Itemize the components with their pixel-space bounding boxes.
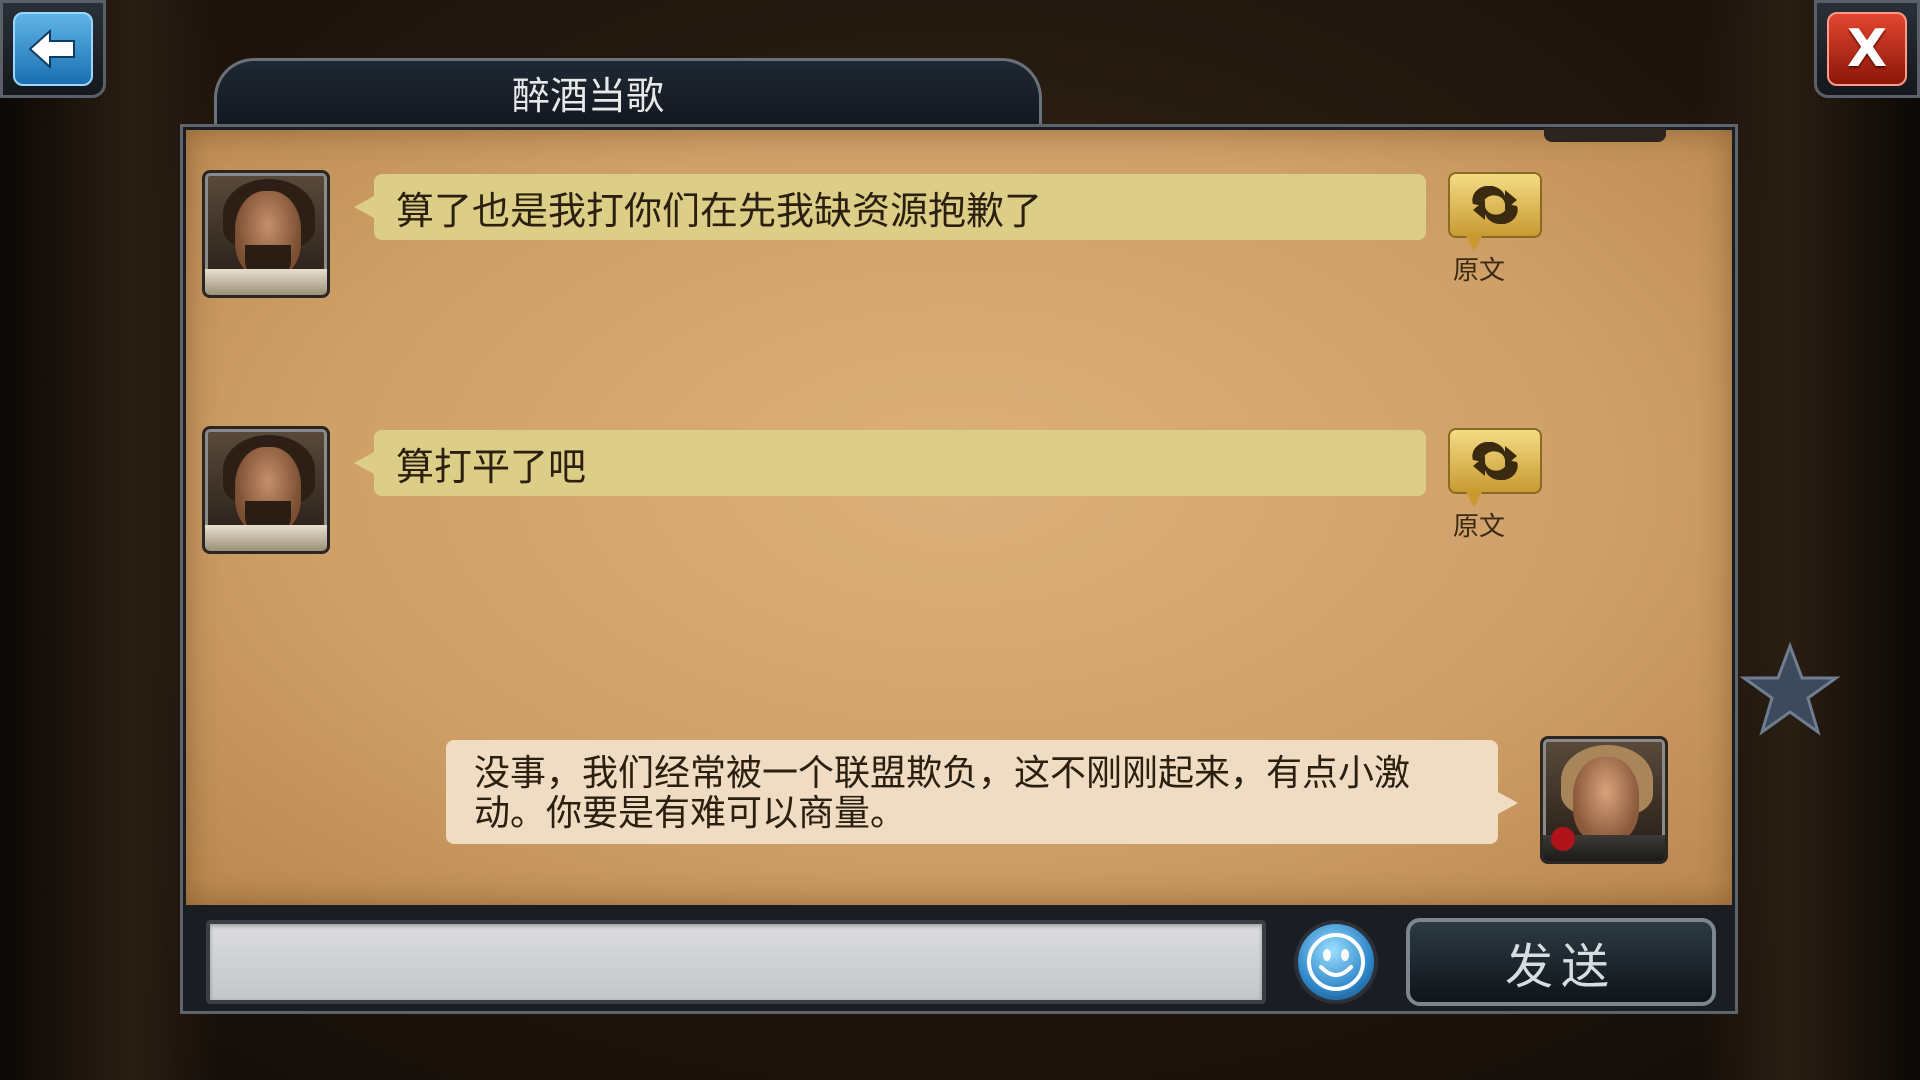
sender-avatar[interactable] — [202, 426, 330, 554]
own-message-bubble: 没事，我们经常被一个联盟欺负，这不刚刚起来，有点小激动。你要是有难可以商量。 — [446, 740, 1518, 844]
send-button-label: 发送 — [1504, 939, 1617, 995]
back-arrow-icon — [13, 12, 93, 86]
avatar-collar — [205, 525, 327, 551]
chat-title-tab: 醉酒当歌 — [214, 58, 1042, 124]
translate-button[interactable] — [1448, 428, 1542, 508]
message-bubble: 算打平了吧 — [354, 430, 1426, 496]
message-bubble: 算了也是我打你们在先我缺资源抱歉了 — [354, 174, 1426, 240]
translate-label[interactable]: 原文 — [1432, 250, 1526, 287]
translate-swap-icon — [1472, 186, 1518, 224]
translate-label[interactable]: 原文 — [1432, 506, 1526, 543]
star-icon[interactable] — [1740, 640, 1840, 740]
back-button[interactable] — [0, 0, 106, 98]
rose-icon — [1551, 827, 1575, 851]
message-text: 算打平了吧 — [396, 444, 587, 489]
close-button[interactable]: X — [1814, 0, 1920, 98]
smiley-icon — [1307, 933, 1365, 991]
own-avatar[interactable] — [1540, 736, 1668, 864]
send-button[interactable]: 发送 — [1406, 918, 1716, 1006]
close-x-icon: X — [1827, 12, 1907, 86]
translate-swap-icon — [1472, 442, 1518, 480]
message-text: 没事，我们经常被一个联盟欺负，这不刚刚起来，有点小激动。你要是有难可以商量。 — [474, 753, 1411, 834]
avatar-face — [1573, 757, 1639, 843]
sender-avatar[interactable] — [202, 170, 330, 298]
page-title: 醉酒当歌 — [511, 74, 664, 118]
panel-notch — [1544, 128, 1666, 142]
emoji-button[interactable] — [1294, 920, 1378, 1004]
avatar-collar — [205, 269, 327, 295]
chat-message-input[interactable] — [206, 920, 1266, 1004]
translate-button[interactable] — [1448, 172, 1542, 252]
message-text: 算了也是我打你们在先我缺资源抱歉了 — [396, 188, 1043, 233]
close-glyph: X — [1846, 19, 1888, 79]
